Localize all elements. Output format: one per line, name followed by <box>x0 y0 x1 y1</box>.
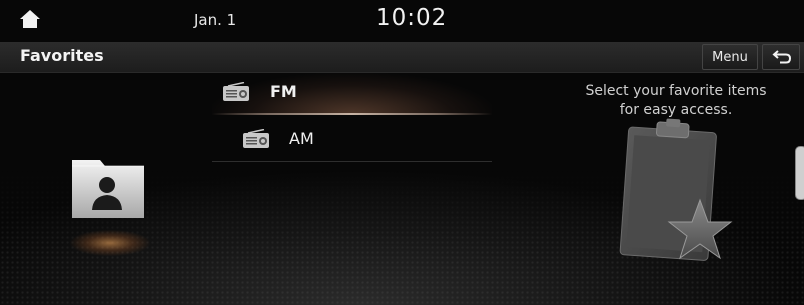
folder-glow <box>70 230 150 256</box>
clipboard-star-icon <box>619 118 733 261</box>
title-bar: Favorites <box>0 42 804 73</box>
list-item-am[interactable]: AM <box>212 117 492 162</box>
radio-icon <box>223 82 249 101</box>
list-item-label: AM <box>289 129 314 148</box>
side-panel-handle[interactable] <box>795 146 804 200</box>
status-date: Jan. 1 <box>194 11 237 29</box>
back-button[interactable] <box>762 44 800 70</box>
status-bar: Jan. 1 10:02 <box>0 0 804 40</box>
folder-illustration <box>60 150 160 260</box>
menu-button[interactable]: Menu <box>702 44 758 70</box>
page-title: Favorites <box>20 46 104 65</box>
list-item-fm[interactable]: FM <box>212 70 492 115</box>
clipboard-illustration <box>612 118 742 278</box>
back-arrow-icon <box>772 50 792 64</box>
contact-folder-icon <box>72 160 144 218</box>
hint-text: Select your favorite items for easy acce… <box>580 82 772 120</box>
list-divider <box>212 161 492 162</box>
hint-line-1: Select your favorite items <box>585 83 767 99</box>
list-divider <box>212 113 492 115</box>
screen: Jan. 1 10:02 Favorites Menu FM AM Select… <box>0 0 804 305</box>
radio-icon <box>243 129 269 148</box>
status-clock: 10:02 <box>376 5 448 31</box>
home-icon[interactable] <box>18 8 42 30</box>
list-item-label: FM <box>270 82 297 101</box>
